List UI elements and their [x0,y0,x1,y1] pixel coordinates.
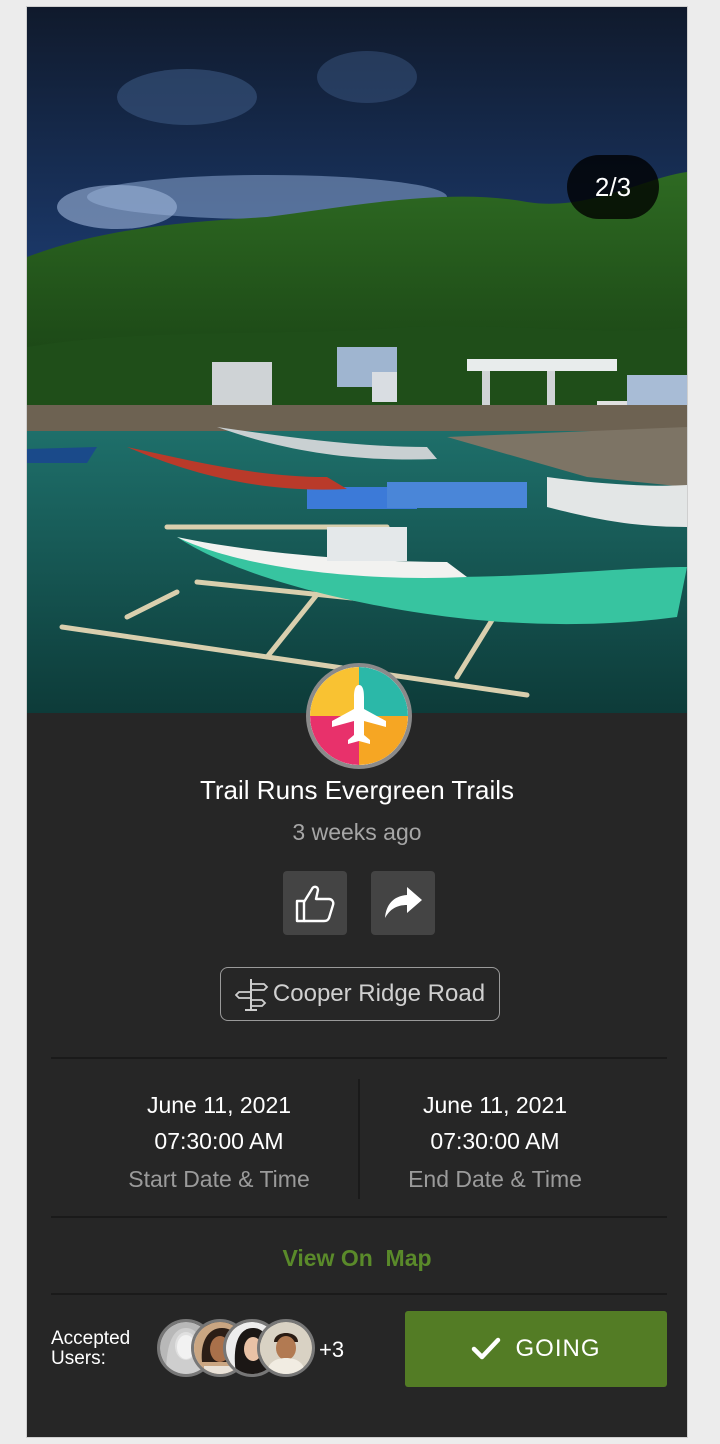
start-label: Start Date & Time [128,1166,310,1192]
end-date: June 11, 2021 [422,1092,568,1118]
share-arrow-icon [385,887,422,918]
slide-counter: 2/3 [567,155,659,219]
start-date: June 11, 2021 [146,1092,292,1118]
location-tag[interactable]: Cooper Ridge Road [220,967,500,1021]
going-button[interactable]: GOING [405,1311,667,1387]
divider [51,1057,667,1059]
like-button[interactable] [283,871,347,935]
checkmark-icon [472,1337,501,1360]
going-label: GOING [515,1335,601,1362]
divider [51,1216,667,1218]
view-on-map-link[interactable]: View On Map [27,1245,687,1272]
location-name: Cooper Ridge Road [272,980,486,1007]
start-datetime: June 11, 2021 07:30:00 AM Start Date & T… [69,1087,369,1199]
more-users-count: +3 [319,1337,345,1362]
end-label: End Date & Time [408,1166,582,1192]
accepted-users-label: Accepted Users: [51,1328,131,1369]
end-time: 07:30:00 AM [430,1128,560,1154]
accepted-users-avatars[interactable] [157,1319,317,1377]
end-datetime: June 11, 2021 07:30:00 AM End Date & Tim… [345,1087,645,1199]
divider [51,1293,667,1295]
event-card: 2/3 Trail Runs Evergreen Trails 3 weeks … [26,6,688,1438]
thumbs-up-icon [295,885,335,923]
event-photo[interactable]: 2/3 [27,7,687,713]
start-time: 07:30:00 AM [154,1128,284,1154]
event-title: Trail Runs Evergreen Trails [199,775,515,805]
avatar [257,1319,315,1377]
signpost-icon [234,979,269,1011]
posted-time: 3 weeks ago [292,819,422,845]
app-logo-avatar [306,663,412,769]
share-button[interactable] [371,871,435,935]
